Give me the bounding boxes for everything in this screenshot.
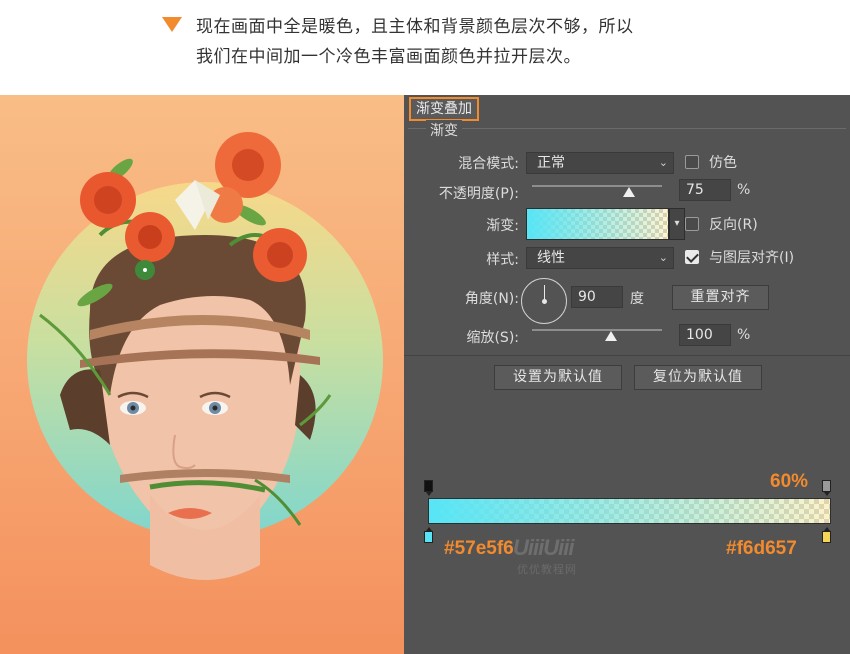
gradient-stop-icon[interactable]: [822, 480, 831, 496]
watermark-logo: UiiiUiii: [513, 535, 574, 560]
gradient-swatch[interactable]: [526, 208, 669, 240]
angle-unit: 度: [630, 291, 644, 307]
group-divider: [408, 128, 846, 129]
opacity-slider-thumb[interactable]: [623, 187, 635, 197]
align-layer-label: 与图层对齐(I): [709, 250, 795, 266]
layer-style-panel: 渐变叠加 渐变 混合模式: 正常 ⌄ 仿色 不透明度(P): 75 % 渐变: …: [404, 95, 850, 654]
angle-dial-icon[interactable]: [521, 278, 567, 324]
blend-mode-dropdown[interactable]: 正常 ⌄: [526, 152, 674, 174]
style-dropdown[interactable]: 线性 ⌄: [526, 247, 674, 269]
opacity-input[interactable]: 75: [679, 179, 731, 201]
set-default-button[interactable]: 设置为默认值: [494, 365, 622, 390]
reverse-checkbox[interactable]: [685, 217, 699, 231]
opacity-stop-annotation: 60%: [770, 471, 809, 492]
watermark-sub: 优优教程网: [517, 563, 577, 576]
dither-label: 仿色: [709, 155, 737, 171]
gradient-stop-icon[interactable]: [822, 527, 831, 543]
scale-unit: %: [737, 327, 751, 343]
angle-input[interactable]: 90: [571, 286, 623, 308]
style-label: 样式:: [486, 252, 519, 268]
left-color-annotation: #57e5f6: [444, 538, 514, 559]
gradient-preview-bar[interactable]: [428, 498, 831, 524]
section-divider: [404, 355, 850, 356]
scale-input[interactable]: 100: [679, 324, 731, 346]
gradient-label: 渐变:: [486, 218, 519, 234]
reset-default-button[interactable]: 复位为默认值: [634, 365, 762, 390]
dither-checkbox[interactable]: [685, 155, 699, 169]
triangle-bullet-icon: [162, 17, 182, 32]
opacity-unit: %: [737, 182, 751, 198]
style-value: 线性: [537, 250, 565, 266]
caption-line-2: 我们在中间加一个冷色丰富画面颜色并拉开层次。: [196, 47, 581, 67]
chevron-down-icon: ⌄: [658, 251, 668, 264]
collage-illustration: [27, 132, 383, 580]
scale-slider-thumb[interactable]: [605, 331, 617, 341]
reverse-label: 反向(R): [709, 217, 758, 233]
chevron-down-icon: ▾: [674, 218, 680, 229]
opacity-slider-track[interactable]: [532, 185, 662, 187]
chevron-down-icon: ⌄: [658, 156, 668, 169]
gradient-stop-icon[interactable]: [424, 480, 433, 496]
right-color-annotation: #f6d657: [726, 538, 797, 559]
align-layer-checkbox[interactable]: [685, 250, 699, 264]
panel-title: 渐变叠加: [409, 97, 479, 121]
caption-line-1: 现在画面中全是暖色，且主体和背景颜色层次不够，所以: [196, 17, 634, 37]
gradient-stop-icon[interactable]: [424, 527, 433, 543]
angle-label: 角度(N):: [464, 291, 519, 307]
caption: 现在画面中全是暖色，且主体和背景颜色层次不够，所以 我们在中间加一个冷色丰富画面…: [0, 0, 850, 95]
scale-slider-track[interactable]: [532, 329, 662, 331]
blend-mode-label: 混合模式:: [458, 156, 519, 172]
reset-align-button[interactable]: 重置对齐: [672, 285, 769, 310]
opacity-label: 不透明度(P):: [438, 186, 519, 202]
blend-mode-value: 正常: [537, 155, 565, 171]
gradient-picker-button[interactable]: ▾: [669, 208, 685, 240]
group-title: 渐变: [426, 120, 462, 140]
scale-label: 缩放(S):: [466, 330, 519, 346]
artwork-canvas: [0, 95, 404, 654]
